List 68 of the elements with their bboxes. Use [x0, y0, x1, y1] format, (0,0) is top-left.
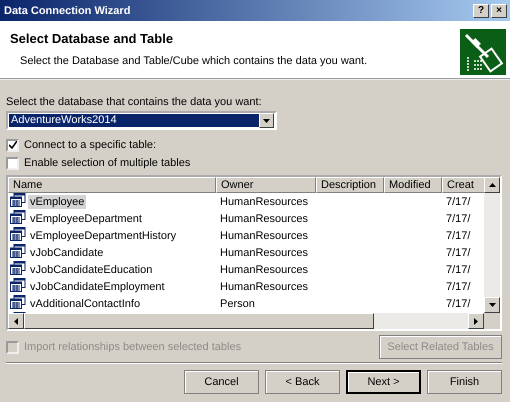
checkbox-option[interactable]: Connect to a specific table:	[6, 136, 502, 154]
table-name[interactable]: vEmployeeDepartmentHistory	[28, 228, 178, 242]
table-name[interactable]: vJobCandidateEmployment	[28, 280, 167, 294]
page-title: Select Database and Table	[10, 31, 174, 46]
scroll-thumb[interactable]	[24, 313, 374, 329]
down-arrow-icon	[488, 303, 496, 307]
checkbox[interactable]	[6, 156, 19, 170]
database-dropdown[interactable]: AdventureWorks2014	[6, 111, 277, 130]
window-title: Data Connection Wizard	[4, 4, 132, 16]
table-icon	[10, 295, 26, 309]
wizard-button[interactable]: < Back	[265, 370, 340, 394]
table-name[interactable]: vEmployeeDepartment	[28, 212, 144, 226]
table-name[interactable]: vJobCandidateEducation	[28, 262, 154, 276]
owner-cell-text: HumanResources	[219, 264, 310, 276]
caret-icon	[263, 118, 270, 122]
owner-cell-text: HumanResources	[219, 280, 310, 292]
help-button[interactable]: ?	[473, 4, 489, 18]
column-header[interactable]: Modified	[384, 177, 442, 193]
checkbox-option[interactable]: Enable selection of multiple tables	[6, 154, 502, 172]
created-cell-text: 7/17/	[445, 264, 472, 276]
owner-cell-text: Person	[219, 298, 256, 310]
wizard-button[interactable]: Next >	[346, 370, 421, 394]
table-name[interactable]: vEmployee	[28, 194, 86, 208]
plug-icon	[460, 29, 506, 75]
created-cell-text: 7/17/	[445, 298, 472, 310]
table-icon	[10, 227, 26, 241]
column-header[interactable]: Name	[8, 177, 216, 193]
scroll-left-button[interactable]	[8, 313, 24, 329]
up-arrow-icon	[488, 183, 496, 187]
page-subtitle: Select the Database and Table/Cube which contains the data you want.	[20, 55, 368, 67]
table-icon	[10, 278, 26, 292]
column-header[interactable]: Description	[316, 177, 384, 193]
right-arrow-icon	[474, 318, 478, 324]
wizard-button[interactable]: Cancel	[184, 370, 259, 394]
checkbox-label: Connect to a specific table:	[24, 139, 156, 151]
table-icon	[10, 210, 26, 224]
horizontal-scrollbar[interactable]	[8, 313, 484, 329]
table-name[interactable]: vAdditionalContactInfo	[28, 296, 142, 310]
scroll-down-button[interactable]	[484, 297, 500, 313]
created-cell-text: 7/17/	[445, 196, 472, 208]
scroll-right-button[interactable]	[468, 313, 484, 329]
wizard-button[interactable]: Finish	[427, 370, 502, 394]
close-button[interactable]: ×	[491, 4, 507, 18]
created-cell-text: 7/17/	[445, 212, 472, 224]
owner-cell-text: HumanResources	[219, 246, 310, 258]
table-name[interactable]: vJobCandidate	[28, 246, 106, 260]
owner-cell-text: HumanResources	[219, 230, 310, 242]
checkbox-label: Enable selection of multiple tables	[24, 157, 190, 169]
checkbox[interactable]	[6, 138, 19, 152]
vertical-scrollbar[interactable]	[484, 177, 500, 313]
dropdown-button[interactable]	[259, 113, 274, 128]
owner-cell-text: HumanResources	[219, 212, 310, 224]
table-icon	[10, 261, 26, 275]
database-label: Select the database that contains the data you want:	[6, 96, 263, 108]
scroll-up-button[interactable]	[484, 177, 500, 193]
table-icon	[10, 193, 26, 207]
column-header[interactable]: Creat	[442, 177, 484, 193]
column-header[interactable]: Owner	[216, 177, 316, 193]
checkbox-label: Import relationships between selected tables	[24, 341, 242, 353]
created-cell-text: 7/17/	[445, 230, 472, 242]
created-cell-text: 7/17/	[445, 280, 472, 292]
created-cell-text: 7/17/	[445, 246, 472, 258]
owner-cell-text: HumanResources	[219, 196, 310, 208]
table-icon	[10, 244, 26, 258]
scrollbar-corner	[484, 313, 500, 329]
left-arrow-icon	[14, 318, 18, 324]
check-icon	[8, 141, 16, 149]
dropdown-value: AdventureWorks2014	[9, 114, 259, 127]
